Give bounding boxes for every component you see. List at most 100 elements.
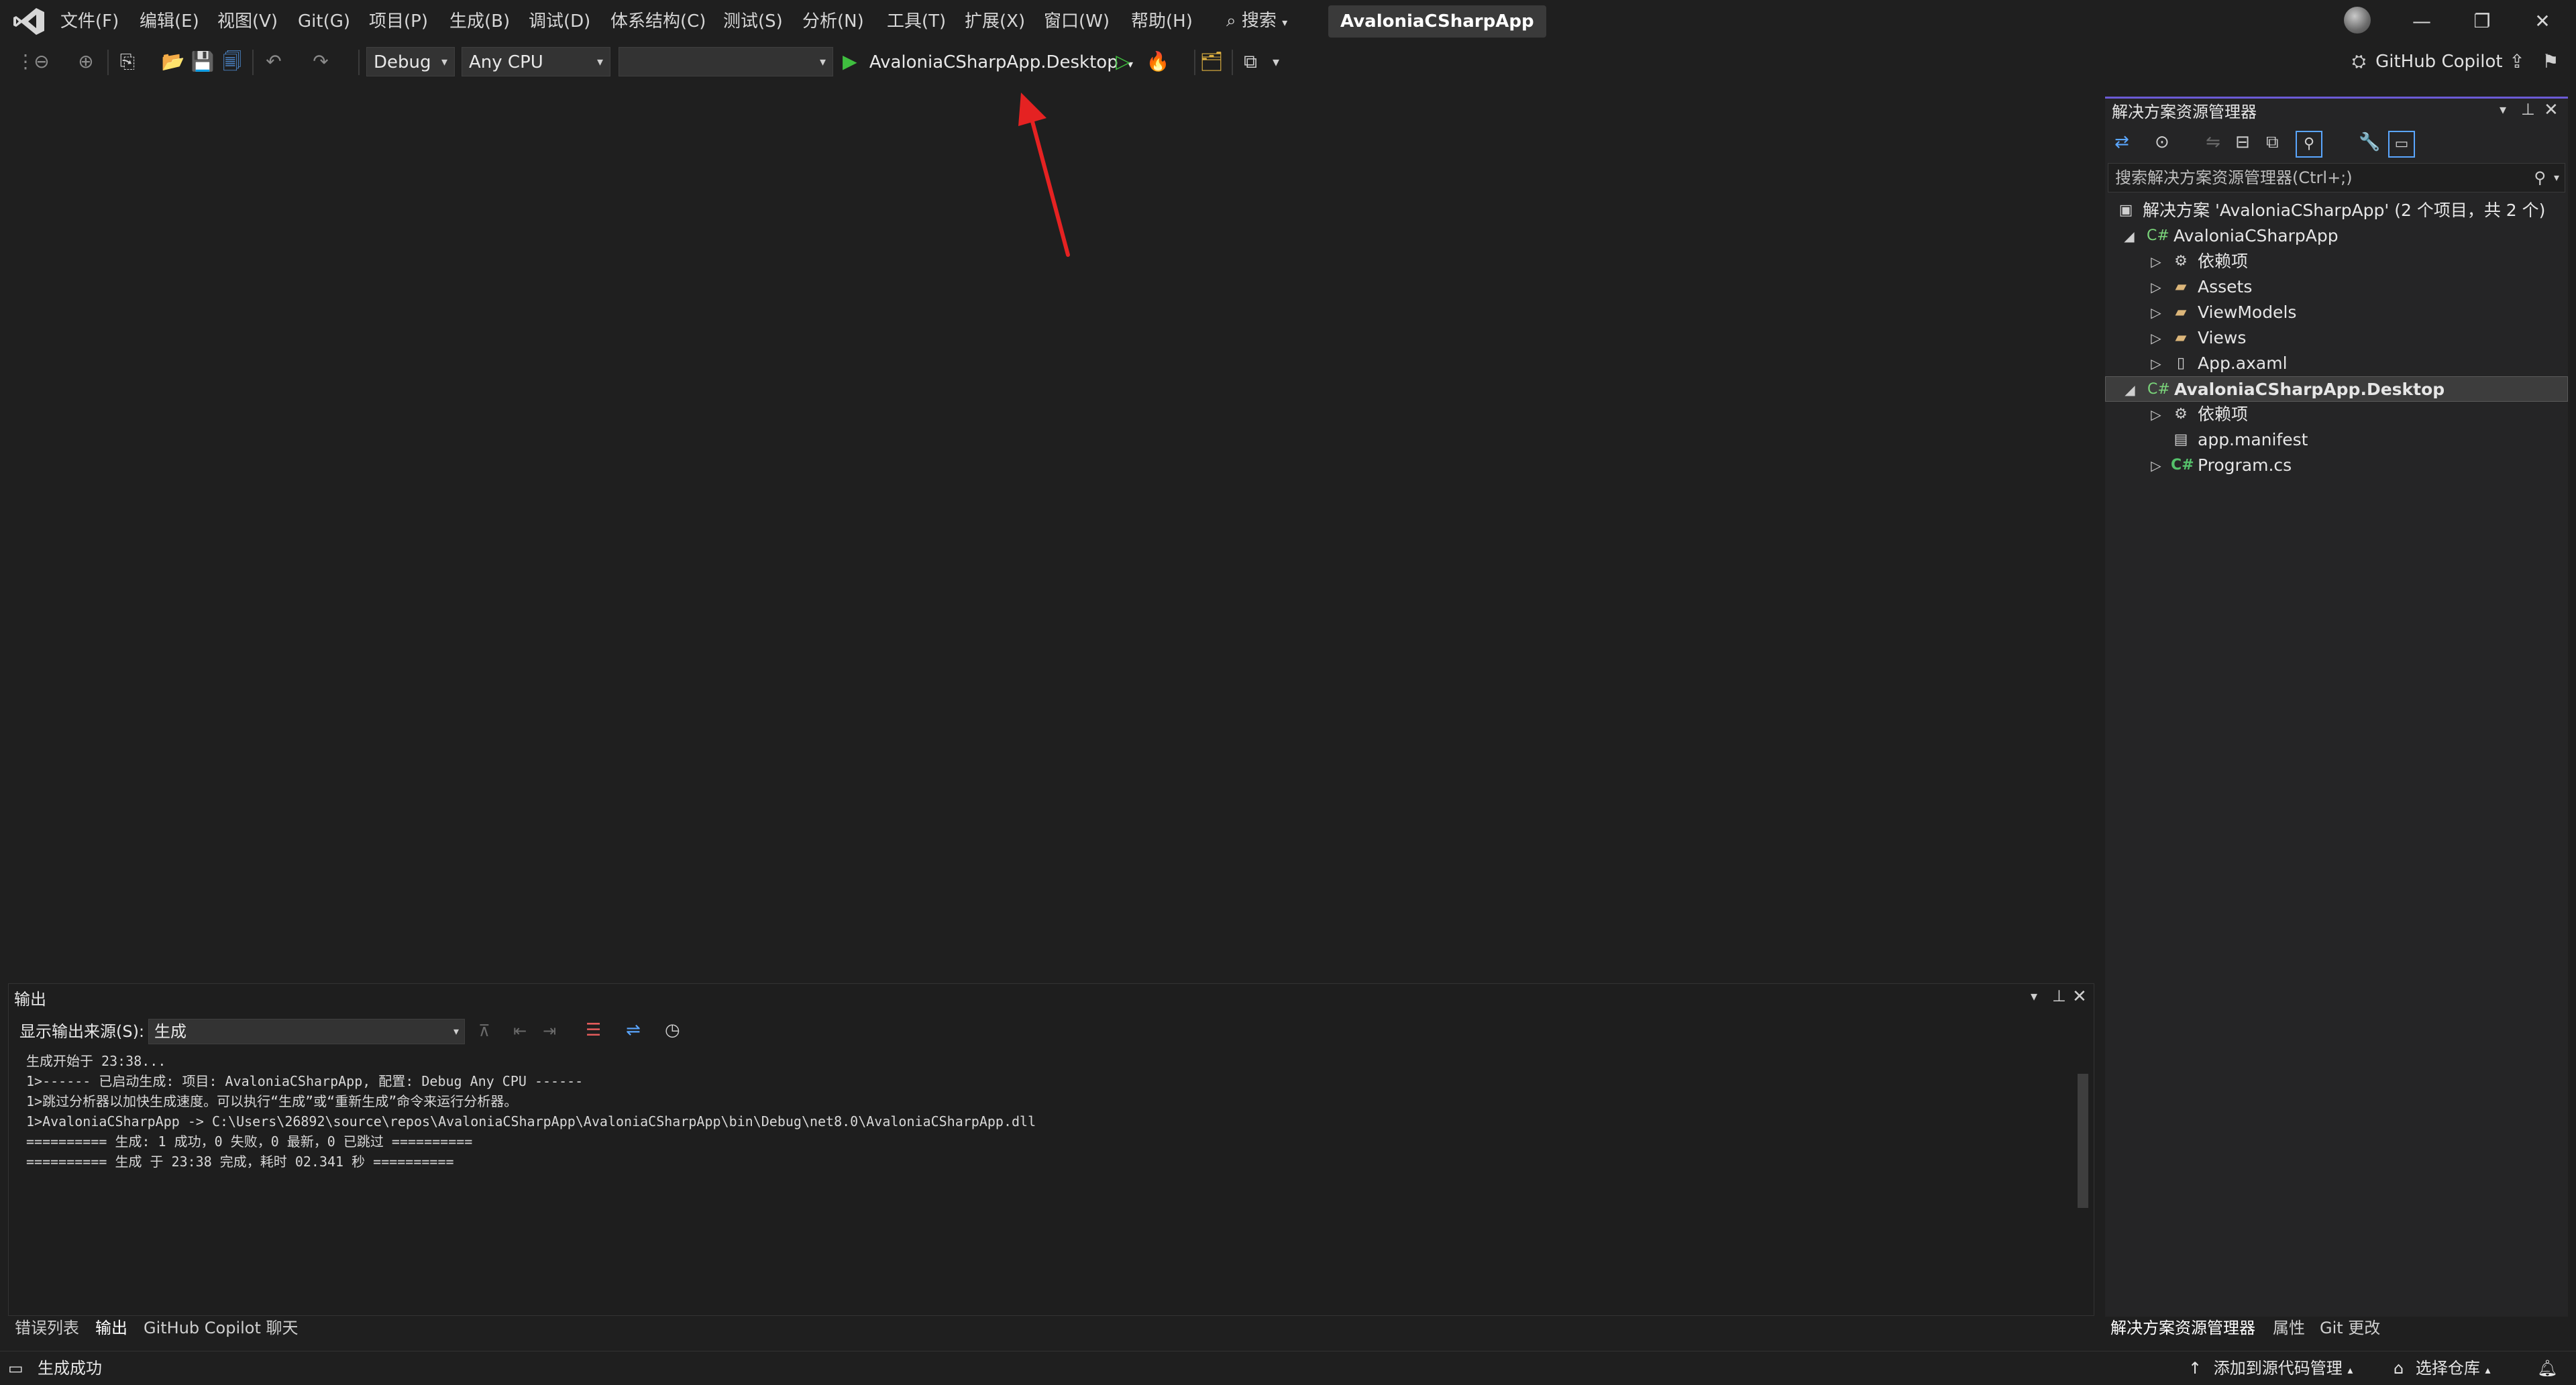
github-copilot-button[interactable]: ⛭ GitHub Copilot xyxy=(2352,47,2503,76)
menu-item[interactable]: 文件(F) xyxy=(58,8,121,35)
menu-item[interactable]: 测试(S) xyxy=(720,8,786,35)
save-icon[interactable]: 💾 xyxy=(191,50,215,74)
menu-item[interactable]: 调试(D) xyxy=(526,8,593,35)
close-panel-icon[interactable]: ✕ xyxy=(2072,987,2087,1007)
filter-icon[interactable]: ⚲ xyxy=(2296,131,2322,158)
scrollbar-thumb[interactable] xyxy=(2078,1074,2088,1208)
bottom-tab[interactable]: 属性 xyxy=(2273,1315,2305,1341)
search-placeholder: 搜索解决方案资源管理器(Ctrl+;) xyxy=(2115,168,2353,187)
preview-selected-items-icon[interactable]: ▭ xyxy=(2388,131,2415,158)
output-vertical-scrollbar[interactable] xyxy=(2075,1054,2091,1288)
solution-search-input[interactable]: 搜索解决方案资源管理器(Ctrl+;) ⚲ ▾ xyxy=(2108,163,2565,192)
share-icon[interactable]: ⇪ xyxy=(2505,50,2529,74)
pending-changes-filter-icon[interactable]: ⊙ xyxy=(2155,132,2169,152)
search-button[interactable]: ⌕ 搜索 ▾ xyxy=(1226,7,1287,35)
window-layout-icon[interactable]: ⧉ xyxy=(1238,50,1263,74)
select-repository-button[interactable]: ⌂ 选择仓库 ▴ xyxy=(2394,1355,2491,1382)
tree-item[interactable]: ▷ ▯ App.axaml xyxy=(2105,351,2568,376)
menu-item[interactable]: 窗口(W) xyxy=(1041,8,1112,35)
panel-menu-icon[interactable]: ▾ xyxy=(2500,101,2506,117)
visual-studio-logo-icon[interactable] xyxy=(12,7,46,36)
menu-item[interactable]: 体系结构(C) xyxy=(608,8,708,35)
solution-configuration-dropdown[interactable]: Debug ▾ xyxy=(366,47,455,76)
expanded-arrow-icon[interactable]: ◢ xyxy=(2121,223,2137,249)
collapsed-arrow-icon[interactable]: ▷ xyxy=(2148,274,2164,300)
start-without-debugging-icon[interactable]: ▷ xyxy=(1111,50,1135,74)
bottom-tab[interactable]: Git 更改 xyxy=(2320,1315,2380,1341)
tree-item[interactable]: ▣ 解决方案 'AvaloniaCSharpApp' (2 个项目，共 2 个) xyxy=(2105,198,2568,223)
restore-button[interactable]: ❐ xyxy=(2462,7,2502,36)
menu-item[interactable]: 帮助(H) xyxy=(1128,8,1195,35)
minimize-button[interactable]: — xyxy=(2402,7,2442,36)
sync-with-document-icon[interactable]: ⇋ xyxy=(2206,132,2220,152)
bottom-tab[interactable]: 错误列表 xyxy=(15,1315,79,1341)
add-to-source-control-button[interactable]: ↑ 添加到源代码管理 ▴ xyxy=(2188,1355,2353,1382)
collapsed-arrow-icon[interactable]: ▷ xyxy=(2148,300,2164,325)
menu-item[interactable]: 项目(P) xyxy=(366,8,431,35)
notifications-icon[interactable]: 🔔︎ xyxy=(2537,1355,2557,1382)
bottom-tab[interactable]: 解决方案资源管理器 xyxy=(2110,1315,2255,1341)
pin-icon[interactable]: ⊥ xyxy=(2521,100,2535,119)
start-debugging-button[interactable]: ▶ AvaloniaCSharpApp.Desktop ▾ xyxy=(843,47,1133,76)
collapsed-arrow-icon[interactable]: ▷ xyxy=(2148,453,2164,478)
output-horizontal-scrollbar[interactable] xyxy=(14,1294,2071,1310)
undo-icon[interactable]: ↶ xyxy=(262,50,286,74)
clear-all-icon[interactable]: ☰ xyxy=(586,1020,601,1040)
switch-views-icon[interactable]: ⇄ xyxy=(2114,132,2129,152)
find-message-icon[interactable]: ⊼ xyxy=(478,1021,490,1040)
menu-item[interactable]: 工具(T) xyxy=(884,8,949,35)
tree-item[interactable]: ▷ ▰ Views xyxy=(2105,325,2568,351)
user-avatar[interactable] xyxy=(2344,7,2371,34)
tree-item[interactable]: ▷ ⚙ 依赖项 xyxy=(2105,249,2568,274)
menu-item[interactable]: 分析(N) xyxy=(800,8,867,35)
open-file-icon[interactable]: 📂 xyxy=(161,50,185,74)
tree-item[interactable]: ▷ ⚙ 依赖项 xyxy=(2105,402,2568,427)
toolbar-overflow-icon[interactable]: ▾ xyxy=(1264,50,1288,74)
close-panel-icon[interactable]: ✕ xyxy=(2544,100,2559,120)
play-icon: ▶ xyxy=(843,50,857,72)
output-text[interactable]: 生成开始于 23:38... 1>------ 已启动生成: 项目: Avalon… xyxy=(26,1051,2065,1266)
tree-item[interactable]: ▷ ▰ Assets xyxy=(2105,274,2568,300)
menu-item[interactable]: 扩展(X) xyxy=(962,8,1028,35)
menu-item[interactable]: 生成(B) xyxy=(447,8,513,35)
bottom-tab[interactable]: GitHub Copilot 聊天 xyxy=(144,1315,299,1341)
collapse-all-icon[interactable]: ⊟ xyxy=(2235,132,2250,152)
collapsed-arrow-icon[interactable]: ▷ xyxy=(2148,402,2164,427)
feedback-icon[interactable]: ⚑ xyxy=(2538,50,2563,74)
pin-icon[interactable]: ⊥ xyxy=(2052,987,2066,1005)
bottom-tab[interactable]: 输出 xyxy=(95,1315,127,1341)
timestamp-icon[interactable]: ◷ xyxy=(665,1020,680,1040)
next-message-icon[interactable]: ⇥ xyxy=(543,1021,556,1040)
close-window-button[interactable]: ✕ xyxy=(2522,7,2563,36)
tree-item[interactable]: ▤ app.manifest xyxy=(2105,427,2568,453)
solution-name-badge[interactable]: AvaloniaCSharpApp xyxy=(1328,5,1546,38)
file-explorer-icon[interactable]: 🗂 xyxy=(1199,50,1224,74)
menu-item[interactable]: Git(G) xyxy=(295,8,353,35)
new-project-icon[interactable]: ⎘ xyxy=(115,50,140,74)
previous-message-icon[interactable]: ⇤ xyxy=(513,1021,527,1040)
show-all-files-icon[interactable]: ⧉ xyxy=(2266,132,2279,153)
navigate-back-icon[interactable]: ⊖ xyxy=(30,50,54,74)
output-line: 1>跳过分析器以加快生成速度。可以执行“生成”或“重新生成”命令来运行分析器。 xyxy=(26,1093,518,1109)
chevron-up-icon: ▴ xyxy=(2485,1364,2491,1376)
properties-icon[interactable]: 🔧 xyxy=(2359,132,2380,152)
redo-icon[interactable]: ↷ xyxy=(309,50,333,74)
collapsed-arrow-icon[interactable]: ▷ xyxy=(2148,351,2164,376)
panel-menu-icon[interactable]: ▾ xyxy=(2031,988,2037,1004)
output-source-dropdown[interactable]: 生成 ▾ xyxy=(148,1019,465,1044)
hot-reload-icon[interactable]: 🔥 xyxy=(1146,50,1170,74)
expanded-arrow-icon[interactable]: ◢ xyxy=(2122,377,2138,402)
save-all-icon[interactable]: 🗐 xyxy=(220,50,244,74)
tree-item[interactable]: ◢ C# AvaloniaCSharpApp xyxy=(2105,223,2568,249)
solution-platform-dropdown[interactable]: Any CPU ▾ xyxy=(462,47,610,76)
tree-item[interactable]: ▷ C# Program.cs xyxy=(2105,453,2568,478)
tree-item[interactable]: ▷ ▰ ViewModels xyxy=(2105,300,2568,325)
navigate-forward-icon[interactable]: ⊕ xyxy=(74,50,98,74)
word-wrap-icon[interactable]: ⇌ xyxy=(626,1020,641,1040)
collapsed-arrow-icon[interactable]: ▷ xyxy=(2148,249,2164,274)
tree-item[interactable]: ◢ C# AvaloniaCSharpApp.Desktop xyxy=(2105,376,2568,402)
startup-item-dropdown[interactable]: ▾ xyxy=(619,47,833,76)
menu-item[interactable]: 编辑(E) xyxy=(137,8,202,35)
menu-item[interactable]: 视图(V) xyxy=(215,8,280,35)
collapsed-arrow-icon[interactable]: ▷ xyxy=(2148,325,2164,351)
